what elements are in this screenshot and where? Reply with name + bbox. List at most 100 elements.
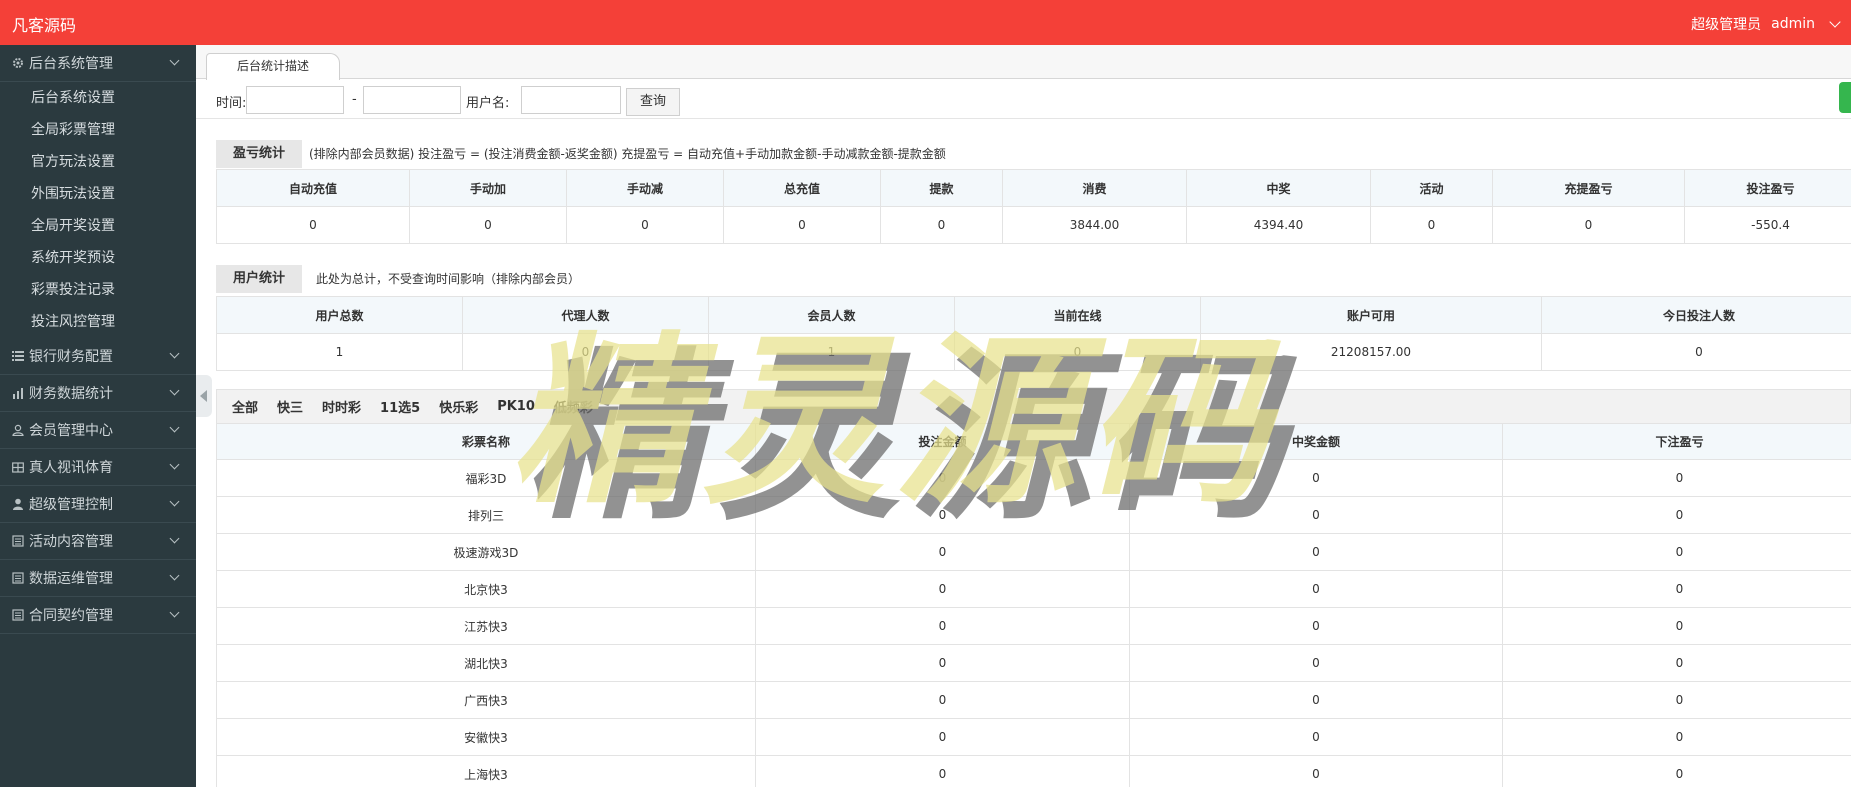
bet-amount: 0: [755, 644, 1130, 682]
user-menu[interactable]: 超级管理员 admin: [1691, 14, 1841, 34]
col-header: 投注金额: [755, 423, 1130, 460]
table-row: 安徽快3 0 0 0: [216, 718, 1851, 756]
sidebar-item-bet-records[interactable]: 彩票投注记录: [0, 274, 196, 306]
col-header: 手动加: [409, 169, 567, 207]
chevron-down-icon[interactable]: [169, 422, 180, 433]
win-amount: 0: [1129, 496, 1503, 534]
sidebar-item-draw-preset[interactable]: 系统开奖预设: [0, 242, 196, 274]
table-row: 1 0 1 0 21208157.00 0: [216, 333, 1851, 371]
chevron-down-icon[interactable]: [169, 533, 180, 544]
sidebar-group-bank[interactable]: 银行财务配置: [0, 338, 196, 375]
sidebar-group-ops[interactable]: 数据运维管理: [0, 560, 196, 597]
start-time-input[interactable]: [246, 86, 344, 114]
list-icon: [12, 351, 24, 361]
sidebar-item-lottery-manage[interactable]: 全局彩票管理: [0, 114, 196, 146]
tab-k3[interactable]: 快三: [277, 397, 303, 416]
table-cell: 0: [954, 333, 1201, 371]
win-amount: 0: [1129, 570, 1503, 608]
col-header: 下注盈亏: [1502, 423, 1851, 460]
sidebar-group-live-sports[interactable]: 真人视讯体育: [0, 449, 196, 486]
col-header: 中奖金额: [1129, 423, 1503, 460]
table-row: 极速游戏3D 0 0 0: [216, 533, 1851, 571]
table-cell: 0: [723, 206, 881, 244]
col-header: 今日投注人数: [1541, 296, 1851, 334]
tab-all[interactable]: 全部: [232, 397, 258, 416]
tab-low-freq[interactable]: 低频彩: [554, 397, 593, 416]
profit-note: (排除内部会员数据) 投注盈亏 = (投注消费金额-返奖金额) 充提盈亏 = 自…: [309, 147, 946, 161]
user-solid-icon: [13, 498, 23, 510]
sidebar-group-members[interactable]: 会员管理中心: [0, 412, 196, 449]
table-cell: 3844.00: [1002, 206, 1187, 244]
table-row: 上海快3 0 0 0: [216, 755, 1851, 787]
table-cell: 1: [708, 333, 955, 371]
tab-ssc[interactable]: 时时彩: [322, 397, 361, 416]
table-cell: 0: [1492, 206, 1685, 244]
table-row: 湖北快3 0 0 0: [216, 644, 1851, 682]
col-header: 充提盈亏: [1492, 169, 1685, 207]
table-cell: 0: [1370, 206, 1493, 244]
sidebar-item-system-settings[interactable]: 后台系统设置: [0, 82, 196, 114]
tab-stats-overview[interactable]: 后台统计描述: [206, 53, 340, 80]
col-header: 手动减: [566, 169, 724, 207]
col-header: 活动: [1370, 169, 1493, 207]
action-button-edge[interactable]: [1839, 82, 1851, 113]
win-amount: 0: [1129, 459, 1503, 497]
table-cell: 0: [409, 206, 567, 244]
bet-profit: 0: [1502, 755, 1851, 787]
tab-bar: 后台统计描述: [196, 45, 1851, 80]
lottery-name: 湖北快3: [216, 644, 756, 682]
sidebar-group-label: 合同契约管理: [29, 608, 113, 624]
table-row: 0 0 0 0 0 3844.00 4394.40 0 0 -550.4: [216, 206, 1851, 244]
chevron-down-icon[interactable]: [1829, 16, 1841, 28]
bet-amount: 0: [755, 533, 1130, 571]
col-header: 当前在线: [954, 296, 1201, 334]
chevron-down-icon[interactable]: [169, 55, 180, 66]
sidebar-item-draw-settings[interactable]: 全局开奖设置: [0, 210, 196, 242]
tab-11x5[interactable]: 11选5: [380, 397, 420, 416]
sidebar-group-activity[interactable]: 活动内容管理: [0, 523, 196, 560]
user-outline-icon: [12, 424, 24, 436]
sidebar-group-label: 银行财务配置: [29, 349, 113, 365]
sidebar-group-label: 活动内容管理: [29, 534, 113, 550]
sidebar: 后台系统管理 后台系统设置 全局彩票管理 官方玩法设置 外围玩法设置 全局开奖设…: [0, 45, 196, 787]
sidebar-group-finance-stats[interactable]: 财务数据统计: [0, 375, 196, 412]
col-header: 代理人数: [462, 296, 709, 334]
win-amount: 0: [1129, 533, 1503, 571]
win-amount: 0: [1129, 681, 1503, 719]
chevron-down-icon[interactable]: [169, 496, 180, 507]
sidebar-group-label: 超级管理控制: [29, 497, 113, 513]
brand-logo[interactable]: 凡客源码: [12, 12, 76, 36]
username-input[interactable]: [521, 86, 621, 114]
tab-pk10[interactable]: PK10: [497, 399, 535, 414]
win-amount: 0: [1129, 718, 1503, 756]
bet-amount: 0: [755, 496, 1130, 534]
bet-amount: 0: [755, 570, 1130, 608]
date-separator: -: [352, 92, 357, 107]
chevron-down-icon[interactable]: [169, 459, 180, 470]
gear-icon: [13, 58, 23, 68]
main-content: 后台统计描述 时间: - 用户名: 查询 盈亏统计 (排除内部会员数据) 投注盈…: [196, 45, 1851, 787]
sidebar-item-external-play[interactable]: 外围玩法设置: [0, 178, 196, 210]
sidebar-item-risk-control[interactable]: 投注风控管理: [0, 306, 196, 338]
sidebar-group-label: 真人视讯体育: [29, 460, 113, 476]
tab-klc[interactable]: 快乐彩: [439, 397, 478, 416]
col-header: 提款: [880, 169, 1003, 207]
win-amount: 0: [1129, 644, 1503, 682]
sidebar-group-system[interactable]: 后台系统管理: [0, 45, 196, 82]
end-time-input[interactable]: [363, 86, 461, 114]
query-button[interactable]: 查询: [626, 88, 680, 116]
sidebar-group-label: 数据运维管理: [29, 571, 113, 587]
lottery-name: 福彩3D: [216, 459, 756, 497]
col-header: 用户总数: [216, 296, 463, 334]
chevron-down-icon[interactable]: [169, 385, 180, 396]
chevron-down-icon[interactable]: [169, 607, 180, 618]
username[interactable]: admin: [1771, 16, 1815, 32]
sidebar-group-contracts[interactable]: 合同契约管理: [0, 597, 196, 634]
chevron-down-icon[interactable]: [169, 570, 180, 581]
bet-profit: 0: [1502, 681, 1851, 719]
bar-chart-icon: [13, 388, 23, 399]
chevron-down-icon[interactable]: [169, 348, 180, 359]
sidebar-group-super-admin[interactable]: 超级管理控制: [0, 486, 196, 523]
lottery-name: 安徽快3: [216, 718, 756, 756]
sidebar-item-official-play[interactable]: 官方玩法设置: [0, 146, 196, 178]
